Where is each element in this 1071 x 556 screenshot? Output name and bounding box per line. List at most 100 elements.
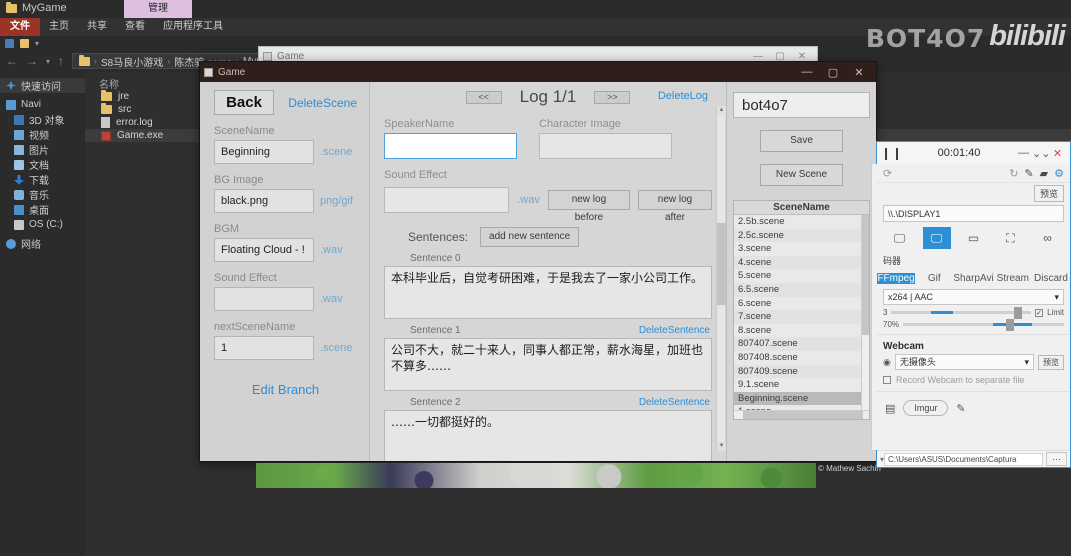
scene-list-item[interactable]: 3.scene <box>734 242 869 256</box>
no-capture-icon[interactable]: 🖵 <box>886 227 914 249</box>
sentence-textarea[interactable]: 本科毕业后，自觉考研困难，于是我去了一家小公司工作。 <box>384 266 712 319</box>
ribbon-tab-view[interactable]: 查看 <box>116 18 154 36</box>
scene-list-item[interactable]: 2.5c.scene <box>734 228 869 243</box>
sidebar-item-quick-access[interactable]: 快速访问 <box>0 78 85 93</box>
scene-list-item[interactable]: 2.5b.scene <box>734 215 869 229</box>
sidebar-item-documents[interactable]: 文档 <box>0 157 85 172</box>
close-button[interactable]: ✕ <box>791 51 813 62</box>
sentence-textarea[interactable]: ……一切都挺好的。 <box>384 410 712 461</box>
contextual-tab-manage[interactable]: 管理 <box>124 0 192 18</box>
scene-list-item[interactable]: 5.scene <box>734 269 869 283</box>
new-log-before-button[interactable]: new log before <box>547 190 630 223</box>
scene-list-header[interactable]: SceneName <box>734 201 869 215</box>
region-capture-icon[interactable]: ⛶ <box>997 227 1025 249</box>
preview-button[interactable]: 预览 <box>1033 185 1064 202</box>
record-webcam-checkbox[interactable] <box>883 376 891 384</box>
refresh-icon[interactable]: ⟳ <box>883 167 892 180</box>
sidebar-item-music[interactable]: 音乐 <box>0 187 85 202</box>
reset-icon[interactable]: ↻ <box>1009 167 1018 180</box>
tab-ffmpeg[interactable]: FFmpeg <box>877 272 916 284</box>
scrollbar-thumb[interactable] <box>717 223 726 306</box>
sidebar-item-network[interactable]: 网络 <box>0 236 85 251</box>
forward-arrow-icon[interactable]: → <box>26 54 38 68</box>
pause-button[interactable]: ❙❙ <box>881 146 903 160</box>
sidebar-item-pictures[interactable]: 图片 <box>0 142 85 157</box>
scene-list-item[interactable]: 9.1.scene <box>734 378 869 392</box>
tab-sharpavi[interactable]: SharpAvi <box>953 273 993 284</box>
close-button[interactable]: ✕ <box>846 66 872 79</box>
more-button[interactable]: ··· <box>1046 452 1067 466</box>
delete-sentence-link[interactable]: DeleteSentence <box>639 397 710 408</box>
scene-list-item[interactable]: 807407.scene <box>734 337 869 351</box>
minimize-button[interactable]: — <box>1015 147 1032 159</box>
sentence-textarea[interactable]: 公司不大，就二十来人，同事人都正常，薪水海星，加班也不算多…… <box>384 338 712 391</box>
prev-log-button[interactable]: << <box>465 90 502 104</box>
new-folder-icon[interactable] <box>20 38 29 48</box>
tab-stream[interactable]: Stream <box>994 273 1032 284</box>
tab-gif[interactable]: Gif <box>915 273 953 284</box>
scroll-up-icon[interactable]: ▲ <box>717 106 726 115</box>
scroll-down-icon[interactable]: ▼ <box>717 442 726 451</box>
scene-list-horizontal-scrollbar[interactable] <box>734 410 869 419</box>
folder-icon[interactable]: ▰ <box>1040 167 1048 180</box>
pen-icon[interactable]: ✎ <box>956 402 965 415</box>
sidebar-item-desktop[interactable]: 桌面 <box>0 202 85 217</box>
breadcrumb-item-0[interactable]: S8马良小游戏 <box>101 54 163 69</box>
delete-log-link[interactable]: DeleteLog <box>658 90 708 102</box>
scene-name-input[interactable]: Beginning <box>214 140 314 164</box>
log-panel-scrollbar[interactable]: ▲ ▼ <box>716 106 726 451</box>
imgur-button[interactable]: Imgur <box>903 400 949 416</box>
clipboard-icon[interactable]: ▤ <box>885 402 895 415</box>
new-log-after-button[interactable]: new log after <box>638 190 712 223</box>
back-arrow-icon[interactable]: ← <box>6 54 18 68</box>
scene-list-vertical-scrollbar[interactable] <box>861 215 869 410</box>
game-window-titlebar[interactable]: Game — ▢ ✕ <box>200 62 876 82</box>
project-name-input[interactable]: bot4o7 <box>733 92 870 118</box>
minimize-button[interactable]: — <box>794 66 820 78</box>
sound-effect-input[interactable] <box>214 287 314 311</box>
ribbon-tab-home[interactable]: 主页 <box>40 18 78 36</box>
scene-list-item[interactable]: 6.scene <box>734 296 869 311</box>
output-path-input[interactable]: C:\Users\ASUS\Documents\Captura <box>884 452 1043 466</box>
back-button[interactable]: Back <box>214 90 274 115</box>
close-button[interactable]: ✕ <box>1049 147 1066 160</box>
recent-locations-icon[interactable]: ▾ <box>46 57 50 66</box>
gear-icon[interactable]: ⚙ <box>1054 167 1064 180</box>
screen-capture-icon[interactable]: 🖵 <box>922 227 951 249</box>
scene-list-item[interactable]: 6.5.scene <box>734 282 869 297</box>
tab-discard[interactable]: Discard <box>1032 273 1070 284</box>
add-new-sentence-button[interactable]: add new sentence <box>480 227 580 247</box>
webcam-preview-button[interactable]: 预览 <box>1038 354 1064 370</box>
scene-list-item[interactable]: 7.scene <box>734 310 869 324</box>
next-log-button[interactable]: >> <box>594 90 631 104</box>
zoom-slider[interactable] <box>903 319 1064 331</box>
limit-checkbox[interactable]: ✓ <box>1035 308 1044 317</box>
record-webcam-row[interactable]: Record Webcam to separate file <box>877 370 1070 385</box>
collapse-button[interactable]: ⌄⌄ <box>1032 147 1050 160</box>
quality-slider[interactable] <box>891 307 1032 319</box>
sidebar-item-navi[interactable]: Navi <box>0 97 85 112</box>
scene-list-item[interactable]: 807408.scene <box>734 350 869 365</box>
display-source-input[interactable]: \\.\DISPLAY1 <box>883 205 1064 222</box>
next-scene-name-input[interactable]: 1 <box>214 336 314 360</box>
chevron-down-icon[interactable]: ▾ <box>35 39 39 48</box>
scene-list-item-selected[interactable]: Beginning.scene <box>734 391 869 406</box>
scene-list-item[interactable]: 8.scene <box>734 323 869 338</box>
pen-icon[interactable]: ✎ <box>1024 167 1033 180</box>
scene-list-item[interactable]: 4.scene <box>734 255 869 270</box>
codec-select[interactable]: x264 | AAC ▾ <box>883 289 1064 305</box>
save-button[interactable]: Save <box>760 130 843 152</box>
slider-knob[interactable] <box>1014 307 1023 319</box>
character-image-input[interactable] <box>539 133 672 159</box>
sidebar-item-os-drive[interactable]: OS (C:) <box>0 217 85 232</box>
up-arrow-icon[interactable]: ↑ <box>58 54 64 68</box>
sidebar-item-videos[interactable]: 视频 <box>0 127 85 142</box>
link-capture-icon[interactable]: ∞ <box>1034 227 1062 249</box>
delete-scene-link[interactable]: DeleteScene <box>288 96 357 110</box>
sidebar-item-downloads[interactable]: 下载 <box>0 172 85 187</box>
delete-sentence-link[interactable]: DeleteSentence <box>639 325 710 336</box>
speaker-name-input[interactable] <box>384 133 517 159</box>
window-capture-icon[interactable]: ▭ <box>960 227 988 249</box>
webcam-select[interactable]: 无摄像头 ▾ <box>894 354 1034 370</box>
ribbon-tab-app-tools[interactable]: 应用程序工具 <box>154 18 232 36</box>
